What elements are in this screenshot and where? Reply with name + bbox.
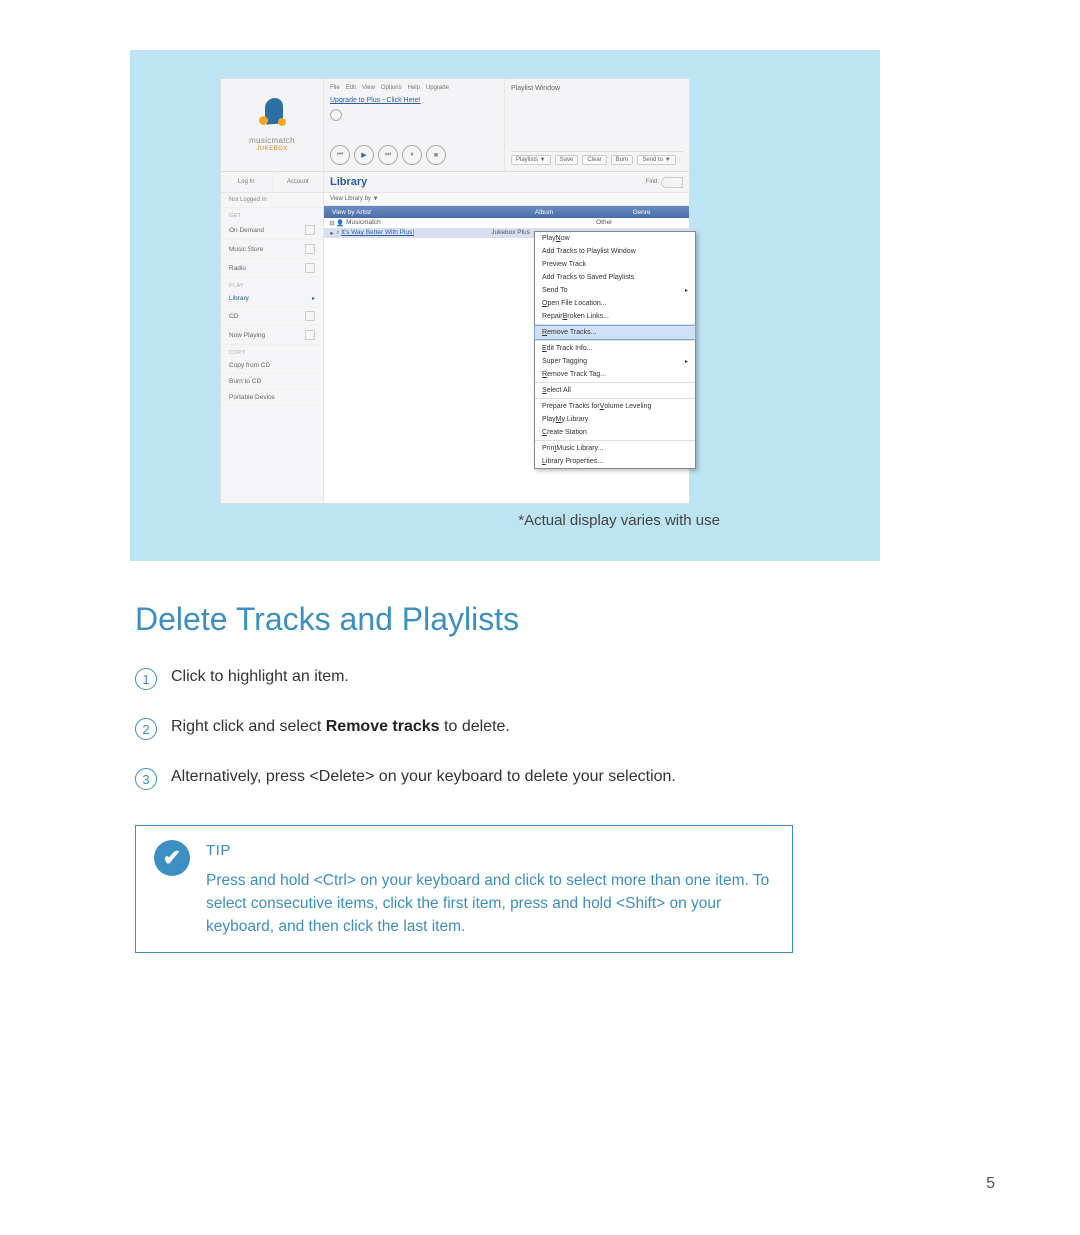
save-button[interactable]: Save [555, 155, 579, 165]
track-context-menu[interactable]: Play NowAdd Tracks to Playlist WindowPre… [534, 231, 696, 469]
find-label: Find: [646, 179, 659, 185]
submenu-arrow-icon: ▸ [685, 287, 688, 294]
step-text: Alternatively, press <Delete> on your ke… [171, 768, 676, 786]
checkmark-icon: ✔ [154, 840, 190, 876]
step-number-icon: 3 [135, 768, 157, 790]
step-3: 3 Alternatively, press <Delete> on your … [135, 768, 1005, 790]
tree-root[interactable]: ⊟ 👤 Musicmatch Other [324, 218, 689, 228]
sendto-dropdown[interactable]: Send to ▼ [637, 155, 675, 165]
sidebar-copy-from-cd[interactable]: Copy from CD [221, 358, 323, 374]
musicmatch-logo-icon [255, 98, 289, 132]
step-number-icon: 1 [135, 668, 157, 690]
step-text: Click to highlight an item. [171, 668, 349, 686]
column-headers: View by Artist Album Genre [324, 206, 689, 218]
context-menu-item[interactable]: Repair Broken Links... [535, 310, 695, 323]
sidebar-portable-device[interactable]: Portable Device [221, 390, 323, 406]
step-number-icon: 2 [135, 718, 157, 740]
library-heading: Library [330, 176, 367, 188]
context-menu-item[interactable]: Super Tagging▸ [535, 355, 695, 368]
login-link[interactable]: Log In [221, 172, 273, 192]
context-menu-item[interactable]: Library Properties... [535, 455, 695, 468]
section-get: GET [221, 208, 323, 221]
musicmatch-app: musicmatch JUKEBOX File Edit View Option… [220, 78, 690, 504]
step-1: 1 Click to highlight an item. [135, 668, 1005, 690]
context-menu-item[interactable]: Create Station [535, 426, 695, 439]
play-button[interactable]: ▶ [354, 145, 374, 165]
prev-button[interactable]: ⏮ [330, 145, 350, 165]
pause-button[interactable]: ⏸ [402, 145, 422, 165]
context-menu-item[interactable]: Select All [535, 384, 695, 397]
view-library-by-dropdown[interactable]: View Library by ▼ [324, 193, 689, 206]
menu-help[interactable]: Help [408, 85, 420, 91]
context-menu-item[interactable]: Remove Tracks... [534, 325, 696, 340]
tip-box: ✔ TIP Press and hold <Ctrl> on your keyb… [135, 825, 793, 953]
col-view-by-artist[interactable]: View by Artist [324, 209, 494, 216]
submenu-arrow-icon: ▸ [685, 358, 688, 365]
menu-upgrade[interactable]: Upgrade [426, 85, 449, 91]
tip-text: Press and hold <Ctrl> on your keyboard a… [206, 869, 774, 939]
logo-subtext: JUKEBOX [256, 146, 288, 152]
sidebar-on-demand[interactable]: On Demand [221, 221, 323, 240]
find-input[interactable] [661, 177, 683, 188]
artist-icon: 👤 [336, 219, 344, 227]
context-menu-item[interactable]: Send To▸ [535, 284, 695, 297]
sidebar-music-store[interactable]: Music Store [221, 240, 323, 259]
playlist-window-title: Playlist Window [511, 85, 683, 92]
context-menu-item[interactable]: Open File Location... [535, 297, 695, 310]
context-menu-item[interactable]: Edit Track Info... [535, 342, 695, 355]
logo-text: musicmatch [249, 136, 295, 145]
context-menu-item[interactable]: Print Music Library... [535, 442, 695, 455]
burn-button[interactable]: Burn [611, 155, 634, 165]
sidebar-library[interactable]: Library▸ [221, 291, 323, 307]
app-menubar[interactable]: File Edit View Options Help Upgrade [330, 85, 498, 91]
context-menu-item[interactable]: Preview Track [535, 258, 695, 271]
logo-area: musicmatch JUKEBOX [221, 79, 324, 171]
playback-controls: ⏮ ▶ ⏭ ⏸ ■ [330, 139, 498, 165]
upgrade-link[interactable]: Upgrade to Plus - Click Here! [330, 97, 498, 104]
chevron-right-icon: ▸ [312, 295, 315, 302]
step-2: 2 Right click and select Remove tracks t… [135, 718, 1005, 740]
app-screenshot-frame: musicmatch JUKEBOX File Edit View Option… [130, 50, 880, 561]
library-main: View Library by ▼ View by Artist Album G… [324, 193, 689, 503]
sidebar-radio[interactable]: Radio [221, 259, 323, 278]
step-text: Right click and select Remove tracks to … [171, 718, 510, 736]
clear-button[interactable]: Clear [582, 155, 606, 165]
context-menu-item[interactable]: Play My Library [535, 413, 695, 426]
sidebar-burn-to-cd[interactable]: Burn to CD [221, 374, 323, 390]
playlists-dropdown[interactable]: Playlists ▼ [511, 155, 551, 165]
context-menu-item[interactable]: Add Tracks to Playlist Window [535, 245, 695, 258]
section-play: PLAY [221, 278, 323, 291]
steps-list: 1 Click to highlight an item. 2 Right cl… [135, 668, 1005, 790]
context-menu-item[interactable]: Prepare Tracks for Volume Leveling [535, 400, 695, 413]
page-number: 5 [986, 1175, 995, 1193]
stop-button[interactable]: ■ [426, 145, 446, 165]
account-link[interactable]: Account [273, 172, 324, 192]
col-genre[interactable]: Genre [594, 209, 689, 216]
radio-icon [330, 109, 342, 121]
not-logged-in-label: Not Logged In [221, 193, 323, 208]
context-menu-item[interactable]: Remove Track Tag... [535, 368, 695, 381]
page-title: Delete Tracks and Playlists [135, 601, 1005, 638]
next-button[interactable]: ⏭ [378, 145, 398, 165]
context-menu-item[interactable]: Play Now [535, 232, 695, 245]
menu-file[interactable]: File [330, 85, 340, 91]
menu-edit[interactable]: Edit [346, 85, 356, 91]
sidebar-cd[interactable]: CD [221, 307, 323, 326]
playlist-toolbar: Playlists ▼ Save Clear Burn Send to ▼ [511, 151, 683, 165]
screenshot-caption: *Actual display varies with use [220, 504, 790, 533]
context-menu-item[interactable]: Add Tracks to Saved Playlists [535, 271, 695, 284]
sidebar: Not Logged In GET On Demand Music Store … [221, 193, 324, 503]
tip-title: TIP [206, 840, 774, 863]
section-copy: COPY [221, 345, 323, 358]
sidebar-now-playing[interactable]: Now Playing [221, 326, 323, 345]
menu-view[interactable]: View [362, 85, 375, 91]
col-album[interactable]: Album [494, 209, 594, 216]
menu-options[interactable]: Options [381, 85, 402, 91]
